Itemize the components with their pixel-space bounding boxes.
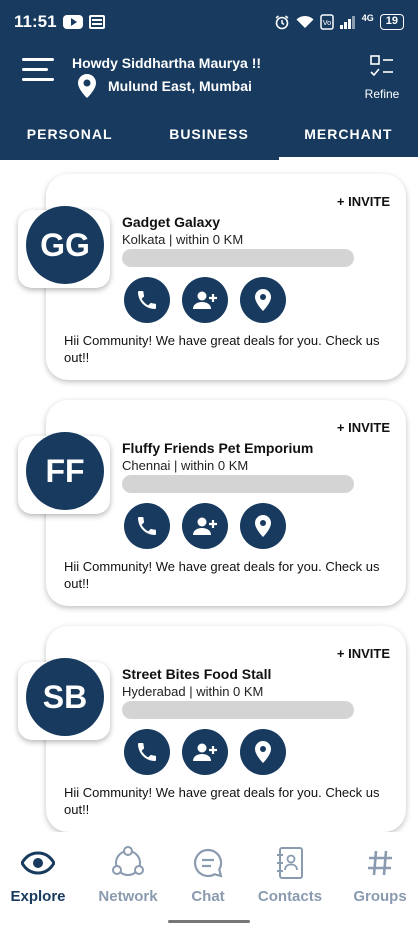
add-contact-button[interactable] bbox=[182, 503, 228, 549]
loading-placeholder bbox=[122, 475, 354, 493]
merchant-location: Hyderabad | within 0 KM bbox=[122, 684, 264, 699]
add-person-icon bbox=[193, 517, 217, 535]
loading-placeholder bbox=[122, 249, 354, 267]
merchant-location: Kolkata | within 0 KM bbox=[122, 232, 244, 247]
merchant-name[interactable]: Gadget Galaxy bbox=[122, 214, 220, 230]
eye-icon bbox=[21, 851, 55, 875]
signal-icon bbox=[339, 16, 355, 29]
merchant-feed[interactable]: + INVITE Gadget Galaxy Kolkata | within … bbox=[0, 160, 418, 832]
alarm-icon bbox=[275, 15, 289, 30]
location-pin-icon bbox=[78, 74, 96, 98]
wifi-icon bbox=[296, 15, 314, 28]
nav-label: Groups bbox=[353, 888, 407, 905]
tab-personal[interactable]: PERSONAL bbox=[0, 108, 139, 160]
youtube-icon bbox=[62, 15, 83, 29]
nav-explore[interactable]: Explore bbox=[0, 846, 80, 905]
location-text: Mulund East, Mumbai bbox=[108, 78, 252, 94]
call-button[interactable] bbox=[124, 503, 170, 549]
battery-indicator: 19 bbox=[379, 14, 404, 30]
nav-network[interactable]: Network bbox=[86, 846, 170, 905]
location-pin-icon bbox=[255, 289, 271, 311]
location-pin-icon bbox=[255, 741, 271, 763]
nav-chat[interactable]: Chat bbox=[166, 846, 250, 905]
app-header: Howdy Siddhartha Maurya !! Mulund East, … bbox=[0, 44, 418, 108]
chat-icon bbox=[193, 848, 223, 878]
nav-label: Chat bbox=[191, 888, 225, 905]
add-person-icon bbox=[193, 291, 217, 309]
nav-groups[interactable]: Groups bbox=[338, 846, 418, 905]
add-contact-button[interactable] bbox=[182, 729, 228, 775]
merchant-message: Hii Community! We have great deals for y… bbox=[64, 785, 380, 817]
add-person-icon bbox=[193, 743, 217, 761]
nav-label: Contacts bbox=[257, 888, 323, 905]
avatar-frame: FF bbox=[18, 432, 110, 514]
contacts-icon bbox=[277, 847, 303, 879]
volte-icon: Vo bbox=[319, 14, 334, 30]
network-icon bbox=[112, 846, 144, 876]
status-left: 11:51 bbox=[14, 12, 105, 32]
tab-merchant[interactable]: MERCHANT bbox=[278, 108, 418, 160]
gesture-home-bar[interactable] bbox=[168, 920, 250, 923]
phone-icon bbox=[138, 517, 156, 535]
tab-business[interactable]: BUSINESS bbox=[139, 108, 278, 160]
invite-button[interactable]: + INVITE bbox=[337, 646, 390, 661]
phone-icon bbox=[138, 291, 156, 309]
loading-placeholder bbox=[122, 701, 354, 719]
nav-label: Network bbox=[98, 888, 158, 905]
merchant-avatar[interactable]: GG bbox=[26, 206, 104, 284]
hash-icon bbox=[368, 850, 392, 876]
action-buttons bbox=[124, 277, 286, 323]
call-button[interactable] bbox=[124, 277, 170, 323]
filter-list-icon bbox=[370, 55, 393, 77]
avatar-frame: GG bbox=[18, 206, 110, 288]
action-buttons bbox=[124, 729, 286, 775]
invite-button[interactable]: + INVITE bbox=[337, 194, 390, 209]
status-bar: 11:51 Vo 4G 19 bbox=[0, 0, 418, 44]
greeting-text: Howdy Siddhartha Maurya !! bbox=[72, 55, 262, 71]
refine-label: Refine bbox=[364, 87, 400, 101]
current-location[interactable]: Mulund East, Mumbai bbox=[78, 74, 252, 98]
merchant-name[interactable]: Fluffy Friends Pet Emporium bbox=[122, 440, 313, 456]
status-right: Vo 4G 19 bbox=[274, 13, 404, 30]
news-icon bbox=[88, 15, 105, 29]
map-location-button[interactable] bbox=[240, 277, 286, 323]
nav-label: Explore bbox=[10, 888, 66, 905]
phone-icon bbox=[138, 743, 156, 761]
add-contact-button[interactable] bbox=[182, 277, 228, 323]
invite-button[interactable]: + INVITE bbox=[337, 420, 390, 435]
avatar-frame: SB bbox=[18, 658, 110, 740]
location-pin-icon bbox=[255, 515, 271, 537]
merchant-avatar[interactable]: SB bbox=[26, 658, 104, 736]
refine-button[interactable]: Refine bbox=[362, 54, 402, 101]
map-location-button[interactable] bbox=[240, 503, 286, 549]
network-type: 4G bbox=[361, 13, 374, 23]
merchant-message: Hii Community! We have great deals for y… bbox=[64, 333, 380, 365]
action-buttons bbox=[124, 503, 286, 549]
hamburger-menu-icon[interactable] bbox=[22, 58, 56, 84]
merchant-avatar[interactable]: FF bbox=[26, 432, 104, 510]
call-button[interactable] bbox=[124, 729, 170, 775]
status-time: 11:51 bbox=[14, 12, 57, 31]
merchant-name[interactable]: Street Bites Food Stall bbox=[122, 666, 271, 682]
map-location-button[interactable] bbox=[240, 729, 286, 775]
merchant-location: Chennai | within 0 KM bbox=[122, 458, 249, 473]
bottom-navigation: Explore Network Chat Contacts Groups bbox=[0, 832, 418, 931]
tab-bar: PERSONAL BUSINESS MERCHANT bbox=[0, 108, 418, 160]
nav-contacts[interactable]: Contacts bbox=[248, 846, 332, 905]
merchant-message: Hii Community! We have great deals for y… bbox=[64, 559, 380, 591]
svg-text:Vo: Vo bbox=[322, 19, 331, 27]
